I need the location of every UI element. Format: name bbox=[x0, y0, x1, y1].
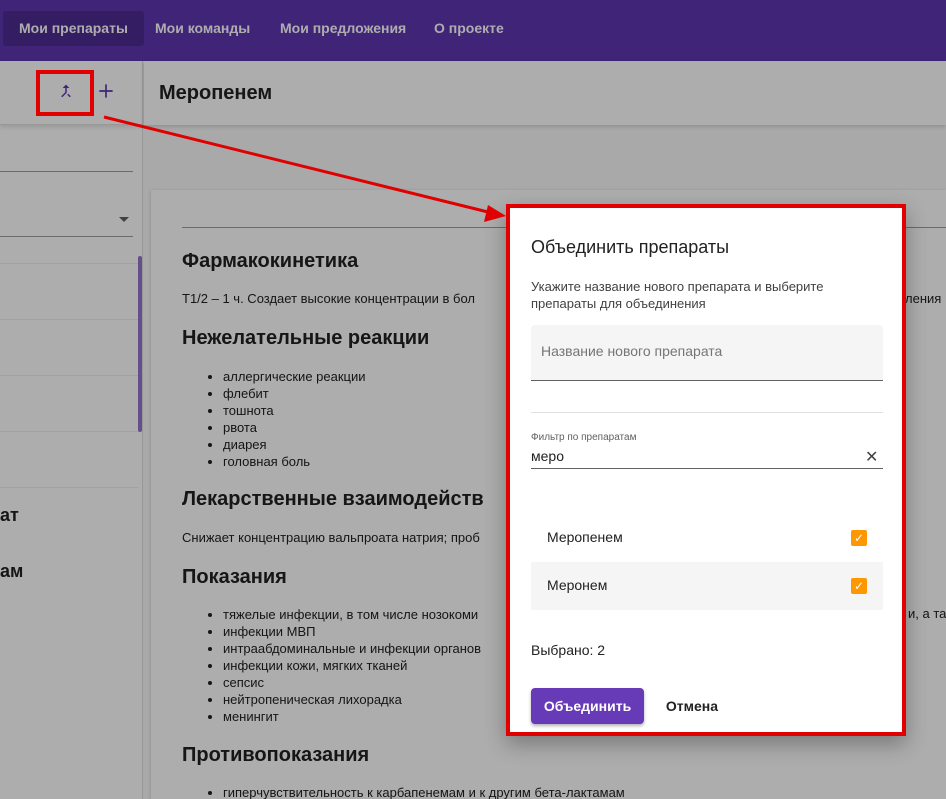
filter-label: Фильтр по препаратам bbox=[531, 432, 637, 443]
merge-dialog: Объединить препараты Укажите название но… bbox=[506, 204, 906, 736]
checkbox-checked[interactable]: ✓ bbox=[851, 530, 867, 546]
close-icon[interactable]: ✕ bbox=[865, 447, 878, 467]
new-drug-name-field[interactable] bbox=[531, 325, 883, 381]
checkbox-checked[interactable]: ✓ bbox=[851, 578, 867, 594]
divider bbox=[531, 412, 883, 413]
drug-option-label: Меронем bbox=[547, 577, 608, 593]
dialog-description: Укажите название нового препарата и выбе… bbox=[531, 279, 824, 311]
drug-option-label: Меропенем bbox=[547, 529, 623, 545]
drug-option-meropenem[interactable]: Меропенем ✓ bbox=[531, 514, 883, 562]
merge-button[interactable]: Объединить bbox=[531, 688, 644, 724]
drug-option-meronem[interactable]: Меронем ✓ bbox=[531, 562, 883, 610]
cancel-button[interactable]: Отмена bbox=[660, 688, 724, 724]
annotation-highlight bbox=[36, 70, 94, 116]
selected-count: Выбрано: 2 bbox=[531, 642, 606, 658]
dialog-title: Объединить препараты bbox=[531, 237, 730, 257]
filter-underline bbox=[531, 468, 883, 469]
filter-input[interactable] bbox=[531, 448, 851, 464]
new-drug-name-input[interactable] bbox=[541, 343, 871, 359]
